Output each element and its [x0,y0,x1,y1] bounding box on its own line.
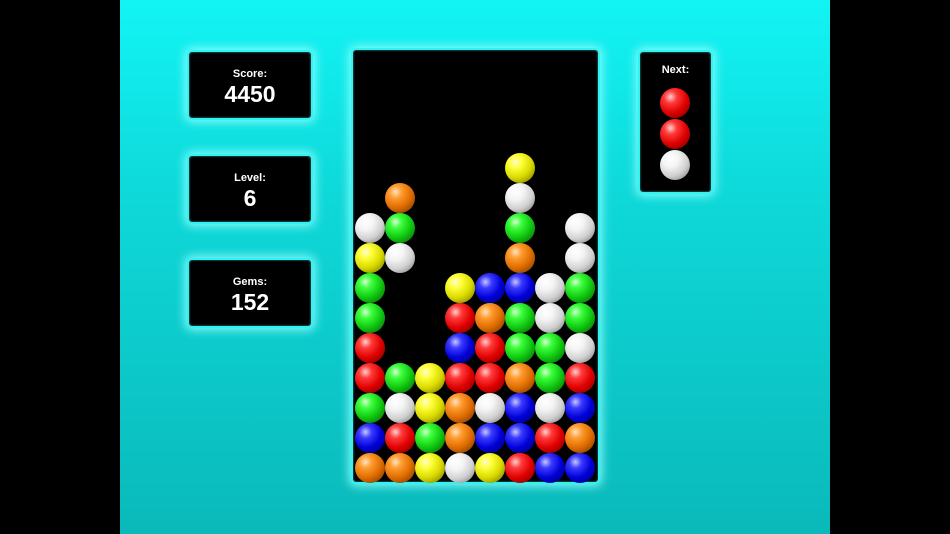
green-gem [505,333,535,363]
green-gem [355,273,385,303]
game-board[interactable] [353,50,598,483]
yellow-gem [445,273,475,303]
blue-gem [475,273,505,303]
blue-gem [565,453,595,483]
white-gem [535,273,565,303]
next-red-gem [660,88,690,118]
orange-gem [385,183,415,213]
next-red-gem [660,119,690,149]
blue-gem [475,423,505,453]
green-gem [565,303,595,333]
red-gem [505,453,535,483]
orange-gem [355,453,385,483]
green-gem [505,303,535,333]
level-panel: Level: 6 [189,156,311,222]
yellow-gem [475,453,505,483]
blue-gem [505,273,535,303]
game-stage: Score: 4450 Level: 6 Gems: 152 Next: [120,0,830,534]
orange-gem [445,393,475,423]
green-gem [565,273,595,303]
white-gem [385,393,415,423]
score-label: Score: [232,68,268,80]
green-gem [505,213,535,243]
orange-gem [385,453,415,483]
orange-gem [475,303,505,333]
green-gem [385,213,415,243]
green-gem [355,393,385,423]
white-gem [505,183,535,213]
white-gem [385,243,415,273]
green-gem [535,333,565,363]
gems-panel: Gems: 152 [189,260,311,326]
white-gem [565,333,595,363]
green-gem [355,303,385,333]
red-gem [385,423,415,453]
gems-label: Gems: [232,276,268,288]
white-gem [565,213,595,243]
white-gem [535,303,565,333]
yellow-gem [355,243,385,273]
score-panel: Score: 4450 [189,52,311,118]
next-label: Next: [661,64,690,76]
next-piece-panel: Next: [640,52,711,192]
yellow-gem [415,393,445,423]
green-gem [385,363,415,393]
yellow-gem [415,453,445,483]
red-gem [355,333,385,363]
white-gem [355,213,385,243]
white-gem [445,453,475,483]
white-gem [475,393,505,423]
yellow-gem [415,363,445,393]
blue-gem [535,453,565,483]
blue-gem [505,393,535,423]
gems-value: 152 [230,289,270,315]
blue-gem [355,423,385,453]
red-gem [445,363,475,393]
level-label: Level: [234,172,266,184]
score-value: 4450 [224,81,276,107]
white-gem [535,393,565,423]
green-gem [415,423,445,453]
level-value: 6 [243,185,257,211]
red-gem [565,363,595,393]
red-gem [445,303,475,333]
green-gem [535,363,565,393]
orange-gem [505,363,535,393]
white-gem [565,243,595,273]
yellow-gem [505,153,535,183]
orange-gem [505,243,535,273]
blue-gem [565,393,595,423]
red-gem [355,363,385,393]
red-gem [475,333,505,363]
orange-gem [445,423,475,453]
blue-gem [505,423,535,453]
blue-gem [445,333,475,363]
red-gem [475,363,505,393]
next-white-gem [660,150,690,180]
orange-gem [565,423,595,453]
red-gem [535,423,565,453]
